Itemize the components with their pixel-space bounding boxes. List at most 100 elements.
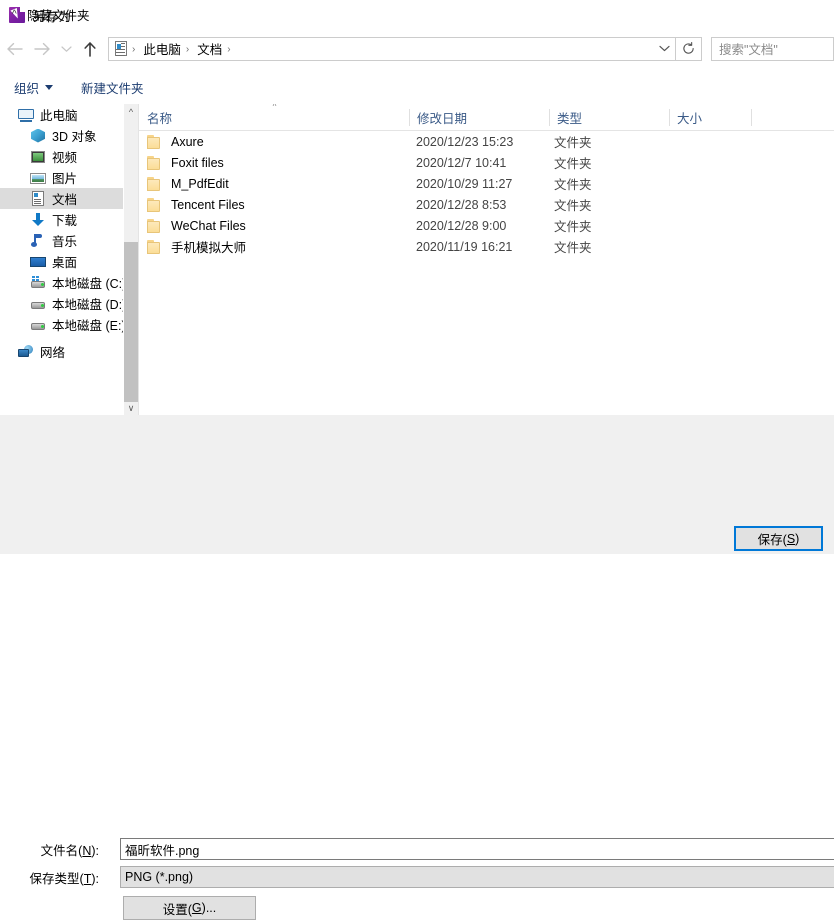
breadcrumb-separator: › bbox=[132, 44, 136, 55]
breadcrumb-separator: › bbox=[227, 44, 231, 55]
chevron-down-icon[interactable]: ∨ bbox=[124, 400, 138, 416]
folder-icon bbox=[147, 239, 163, 254]
file-type-cell: 文件夹 bbox=[554, 178, 592, 192]
breadcrumb-documents[interactable]: 文档 bbox=[195, 39, 224, 58]
table-row[interactable]: Tencent Files 2020/12/28 8:53 文件夹 bbox=[139, 194, 834, 215]
file-type-cell: 文件夹 bbox=[554, 241, 592, 255]
table-row[interactable]: WeChat Files 2020/12/28 9:00 文件夹 bbox=[139, 215, 834, 236]
file-modified-cell: 2020/11/19 16:21 bbox=[416, 239, 513, 254]
filename-value: 福昕软件.png bbox=[125, 843, 200, 858]
desktop-icon bbox=[30, 254, 46, 270]
documents-icon bbox=[30, 190, 46, 207]
filetype-label-row: 保存类型(T): bbox=[0, 866, 106, 888]
file-modified-cell: 2020/12/28 8:53 bbox=[416, 197, 507, 212]
hide-folders-label: 隐藏文件夹 bbox=[27, 9, 90, 23]
sidebar-scrollbar[interactable]: ^ ∨ bbox=[123, 104, 138, 416]
computer-icon bbox=[18, 107, 34, 123]
filename-label-row: 文件名(N): bbox=[0, 838, 106, 860]
file-name-cell: M_PdfEdit bbox=[147, 176, 229, 191]
column-header-name[interactable]: 名称 bbox=[139, 104, 409, 130]
sidebar-item-downloads[interactable]: 下载 bbox=[0, 209, 138, 230]
chevron-up-icon[interactable]: ^ bbox=[124, 104, 138, 120]
sidebar-item-network[interactable]: 网络 bbox=[0, 341, 138, 362]
videos-icon bbox=[30, 149, 46, 165]
search-placeholder: 搜索"文档" bbox=[719, 43, 778, 57]
sidebar-item-music[interactable]: 音乐 bbox=[0, 230, 138, 251]
sidebar-item-this-pc[interactable]: 此电脑 bbox=[0, 104, 138, 125]
sidebar-item-documents[interactable]: 文档 bbox=[0, 188, 138, 209]
forward-button[interactable] bbox=[28, 35, 56, 63]
address-dropdown-icon[interactable] bbox=[653, 38, 675, 60]
file-type-cell: 文件夹 bbox=[554, 136, 592, 150]
file-modified-cell: 2020/12/28 9:00 bbox=[416, 218, 507, 233]
table-row[interactable]: 手机模拟大师 2020/11/19 16:21 文件夹 bbox=[139, 236, 834, 257]
file-name-cell: Axure bbox=[147, 134, 204, 149]
chevron-down-icon bbox=[45, 84, 54, 90]
sidebar-item-label: 本地磁盘 (C:) bbox=[52, 277, 127, 291]
filetype-label: 保存类型(T): bbox=[29, 871, 99, 886]
column-headers: ^ 名称 修改日期 类型 大小 bbox=[139, 104, 834, 131]
sidebar-item-label: 视频 bbox=[52, 151, 78, 165]
folder-icon bbox=[147, 197, 163, 212]
file-name-cell: 手机模拟大师 bbox=[147, 237, 246, 256]
table-row[interactable]: Foxit files 2020/12/7 10:41 文件夹 bbox=[139, 152, 834, 173]
filetype-value: PNG (*.png) bbox=[125, 870, 194, 884]
save-button[interactable]: 保存(S) bbox=[734, 526, 823, 551]
title-bar: 另存为 bbox=[0, 0, 834, 30]
filetype-select[interactable]: PNG (*.png) bbox=[120, 866, 834, 888]
folder-icon bbox=[147, 176, 163, 191]
folder-icon bbox=[147, 155, 163, 170]
refresh-button[interactable] bbox=[676, 36, 702, 61]
save-form: 文件名(N): 福昕软件.png 保存类型(T): PNG (*.png) 设置… bbox=[0, 415, 834, 920]
file-type-cell: 文件夹 bbox=[554, 199, 592, 213]
organize-button[interactable]: 组织 bbox=[14, 78, 54, 97]
sidebar-item-label: 本地磁盘 (D:) bbox=[52, 298, 127, 312]
sidebar-item-desktop[interactable]: 桌面 bbox=[0, 251, 138, 272]
3d-objects-icon bbox=[30, 128, 46, 144]
sidebar-item-local-disk-d[interactable]: 本地磁盘 (D:) bbox=[0, 293, 138, 314]
command-bar: 组织 新建文件夹 bbox=[0, 71, 834, 103]
sidebar-item-local-disk-c[interactable]: 本地磁盘 (C:) bbox=[0, 272, 138, 293]
up-button[interactable] bbox=[76, 35, 104, 63]
music-icon bbox=[30, 233, 46, 249]
network-icon bbox=[18, 344, 34, 360]
settings-button[interactable]: 设置(G)... bbox=[123, 896, 256, 920]
recent-locations-button[interactable] bbox=[56, 35, 76, 63]
folder-icon bbox=[147, 218, 163, 233]
sidebar-item-pictures[interactable]: 图片 bbox=[0, 167, 138, 188]
file-modified-cell: 2020/12/7 10:41 bbox=[416, 155, 507, 170]
sidebar-item-3d-objects[interactable]: 3D 对象 bbox=[0, 125, 138, 146]
system-drive-icon bbox=[30, 275, 46, 291]
sidebar-item-local-disk-e[interactable]: 本地磁盘 (E:) bbox=[0, 314, 138, 335]
content-area: 此电脑 3D 对象 视频 图片 文档 下载 音乐 桌面 本地磁盘 (C:) 本地… bbox=[0, 103, 834, 416]
new-folder-label: 新建文件夹 bbox=[81, 81, 144, 96]
file-type-cell: 文件夹 bbox=[554, 157, 592, 171]
breadcrumb-this-pc[interactable]: 此电脑 bbox=[141, 39, 183, 58]
scrollbar-thumb[interactable] bbox=[124, 242, 138, 402]
save-as-dialog: 另存为 › 此电脑 › 文档 › 搜索"文档" 组织 新建文件夹 此电脑 3D … bbox=[0, 0, 834, 920]
table-row[interactable]: M_PdfEdit 2020/10/29 11:27 文件夹 bbox=[139, 173, 834, 194]
search-input[interactable]: 搜索"文档" bbox=[711, 36, 834, 61]
file-modified-cell: 2020/10/29 11:27 bbox=[416, 176, 513, 191]
address-bar[interactable]: › 此电脑 › 文档 › bbox=[108, 36, 676, 61]
filename-label: 文件名(N): bbox=[40, 843, 99, 858]
sidebar-item-label: 音乐 bbox=[52, 235, 78, 249]
file-type-cell: 文件夹 bbox=[554, 220, 592, 234]
back-button[interactable] bbox=[0, 35, 28, 63]
column-header-modified[interactable]: 修改日期 bbox=[409, 104, 549, 130]
navigation-bar: › 此电脑 › 文档 › 搜索"文档" bbox=[0, 30, 834, 67]
organize-label: 组织 bbox=[14, 81, 40, 96]
column-header-size[interactable]: 大小 bbox=[669, 104, 751, 130]
filename-input[interactable]: 福昕软件.png bbox=[120, 838, 834, 860]
file-name-cell: Tencent Files bbox=[147, 197, 245, 212]
sidebar-item-label: 3D 对象 bbox=[52, 130, 97, 144]
new-folder-button[interactable]: 新建文件夹 bbox=[81, 78, 144, 97]
documents-icon bbox=[113, 40, 129, 57]
table-row[interactable]: Axure 2020/12/23 15:23 文件夹 bbox=[139, 131, 834, 152]
sidebar-item-videos[interactable]: 视频 bbox=[0, 146, 138, 167]
breadcrumb-separator: › bbox=[185, 44, 190, 55]
column-header-type[interactable]: 类型 bbox=[549, 104, 669, 130]
sidebar-item-label: 网络 bbox=[40, 346, 66, 360]
hide-folders-toggle[interactable]: ^ 隐藏文件夹 bbox=[12, 5, 90, 24]
dialog-footer bbox=[0, 525, 834, 554]
